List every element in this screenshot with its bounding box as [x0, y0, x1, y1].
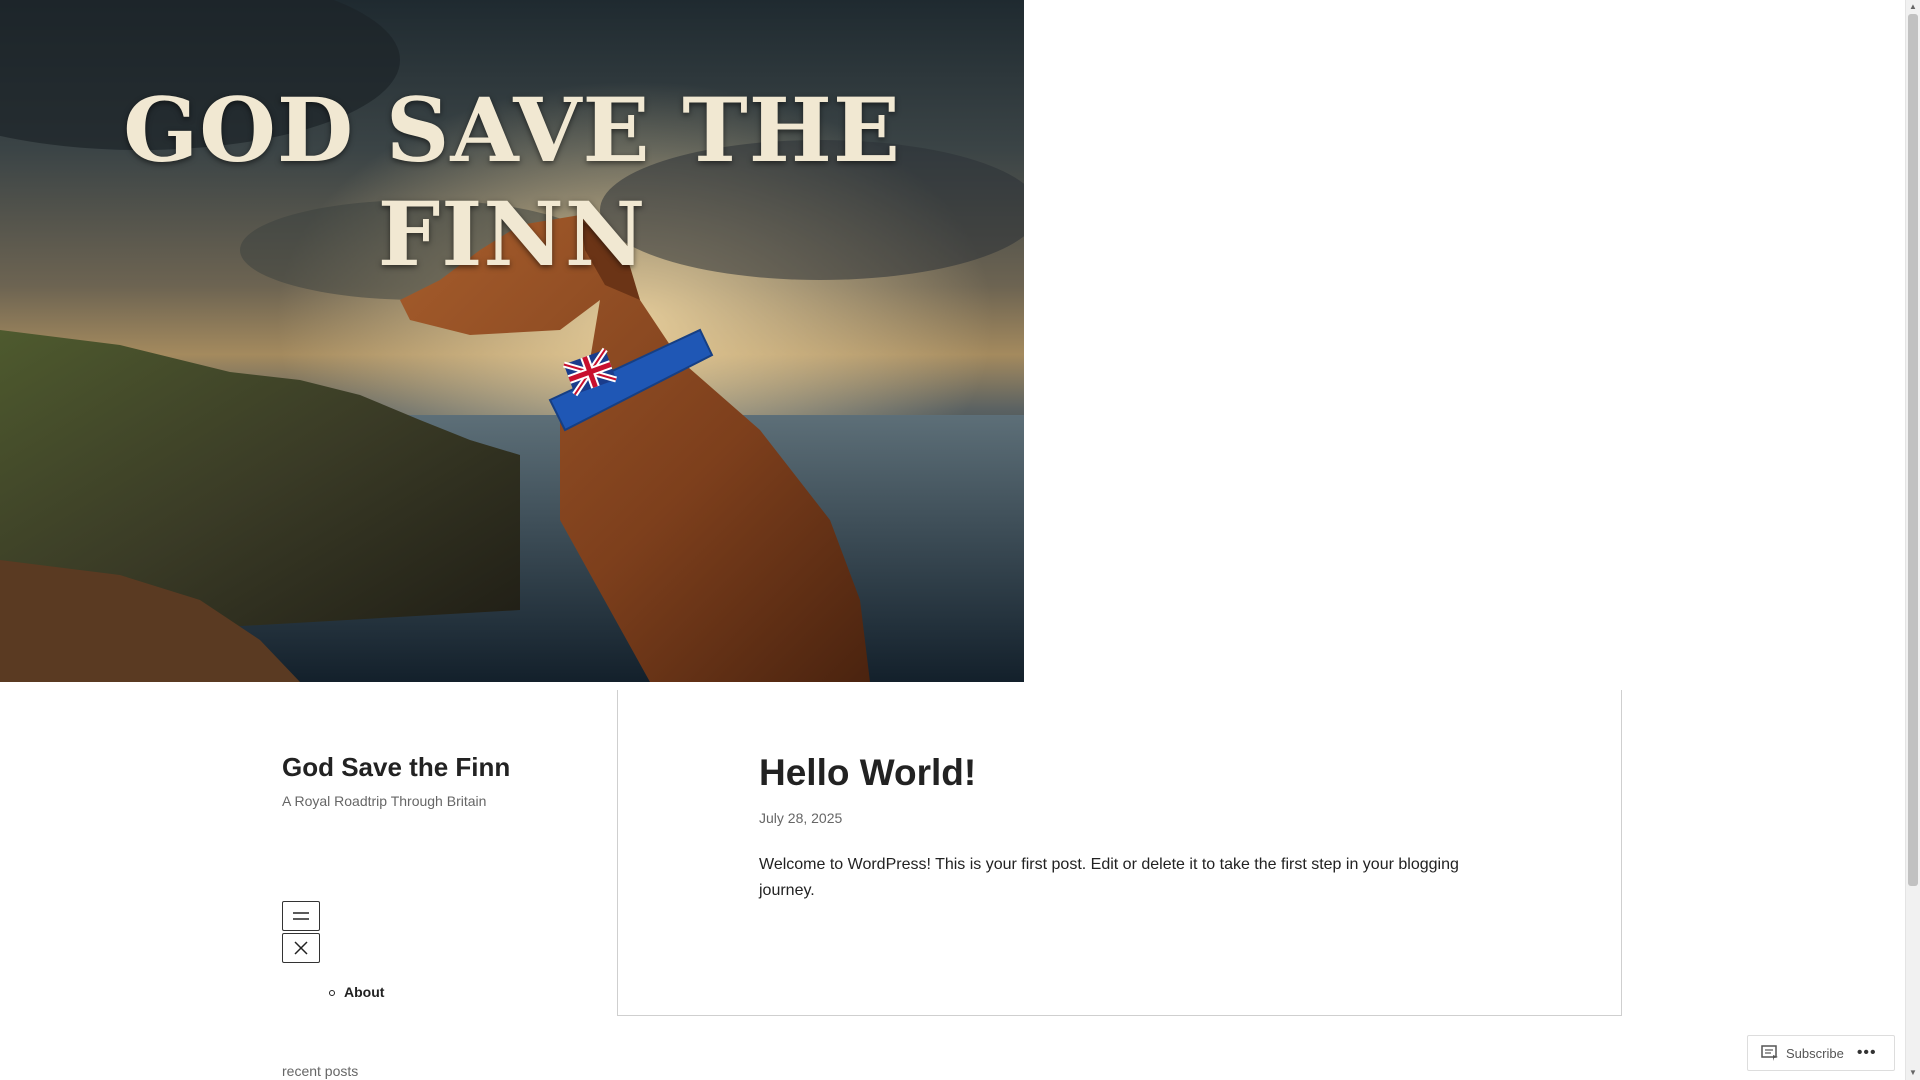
ellipsis-icon[interactable]: •••: [1857, 1044, 1877, 1062]
header-image: GOD SAVE THE FINN: [0, 0, 1024, 682]
close-icon: [294, 941, 308, 955]
site-tagline: A Royal Roadtrip Through Britain: [282, 793, 487, 809]
reader-icon: [1761, 1045, 1778, 1061]
page-scrollbar[interactable]: ▲ ▼: [1905, 0, 1920, 1080]
menu-open-button[interactable]: [282, 901, 320, 931]
subscribe-button[interactable]: Subscribe: [1748, 1045, 1844, 1061]
hamburger-icon: [293, 912, 309, 920]
scroll-thumb[interactable]: [1908, 14, 1918, 886]
scroll-up-arrow-icon[interactable]: ▲: [1906, 0, 1920, 14]
navigation-menu: About: [328, 984, 384, 1000]
subscribe-bar: Subscribe •••: [1747, 1035, 1895, 1071]
site-title[interactable]: God Save the Finn: [282, 752, 510, 783]
post-title[interactable]: Hello World!: [759, 752, 976, 794]
subscribe-label: Subscribe: [1786, 1045, 1844, 1061]
scroll-down-arrow-icon[interactable]: ▼: [1906, 1066, 1920, 1080]
recent-posts-heading: recent posts: [282, 1063, 359, 1079]
menu-close-button[interactable]: [282, 933, 320, 963]
nav-item-about[interactable]: About: [328, 984, 384, 1000]
post-date[interactable]: July 28, 2025: [759, 810, 842, 826]
post-body: Welcome to WordPress! This is your first…: [759, 856, 1459, 899]
header-image-title: GOD SAVE THE FINN: [123, 78, 901, 286]
